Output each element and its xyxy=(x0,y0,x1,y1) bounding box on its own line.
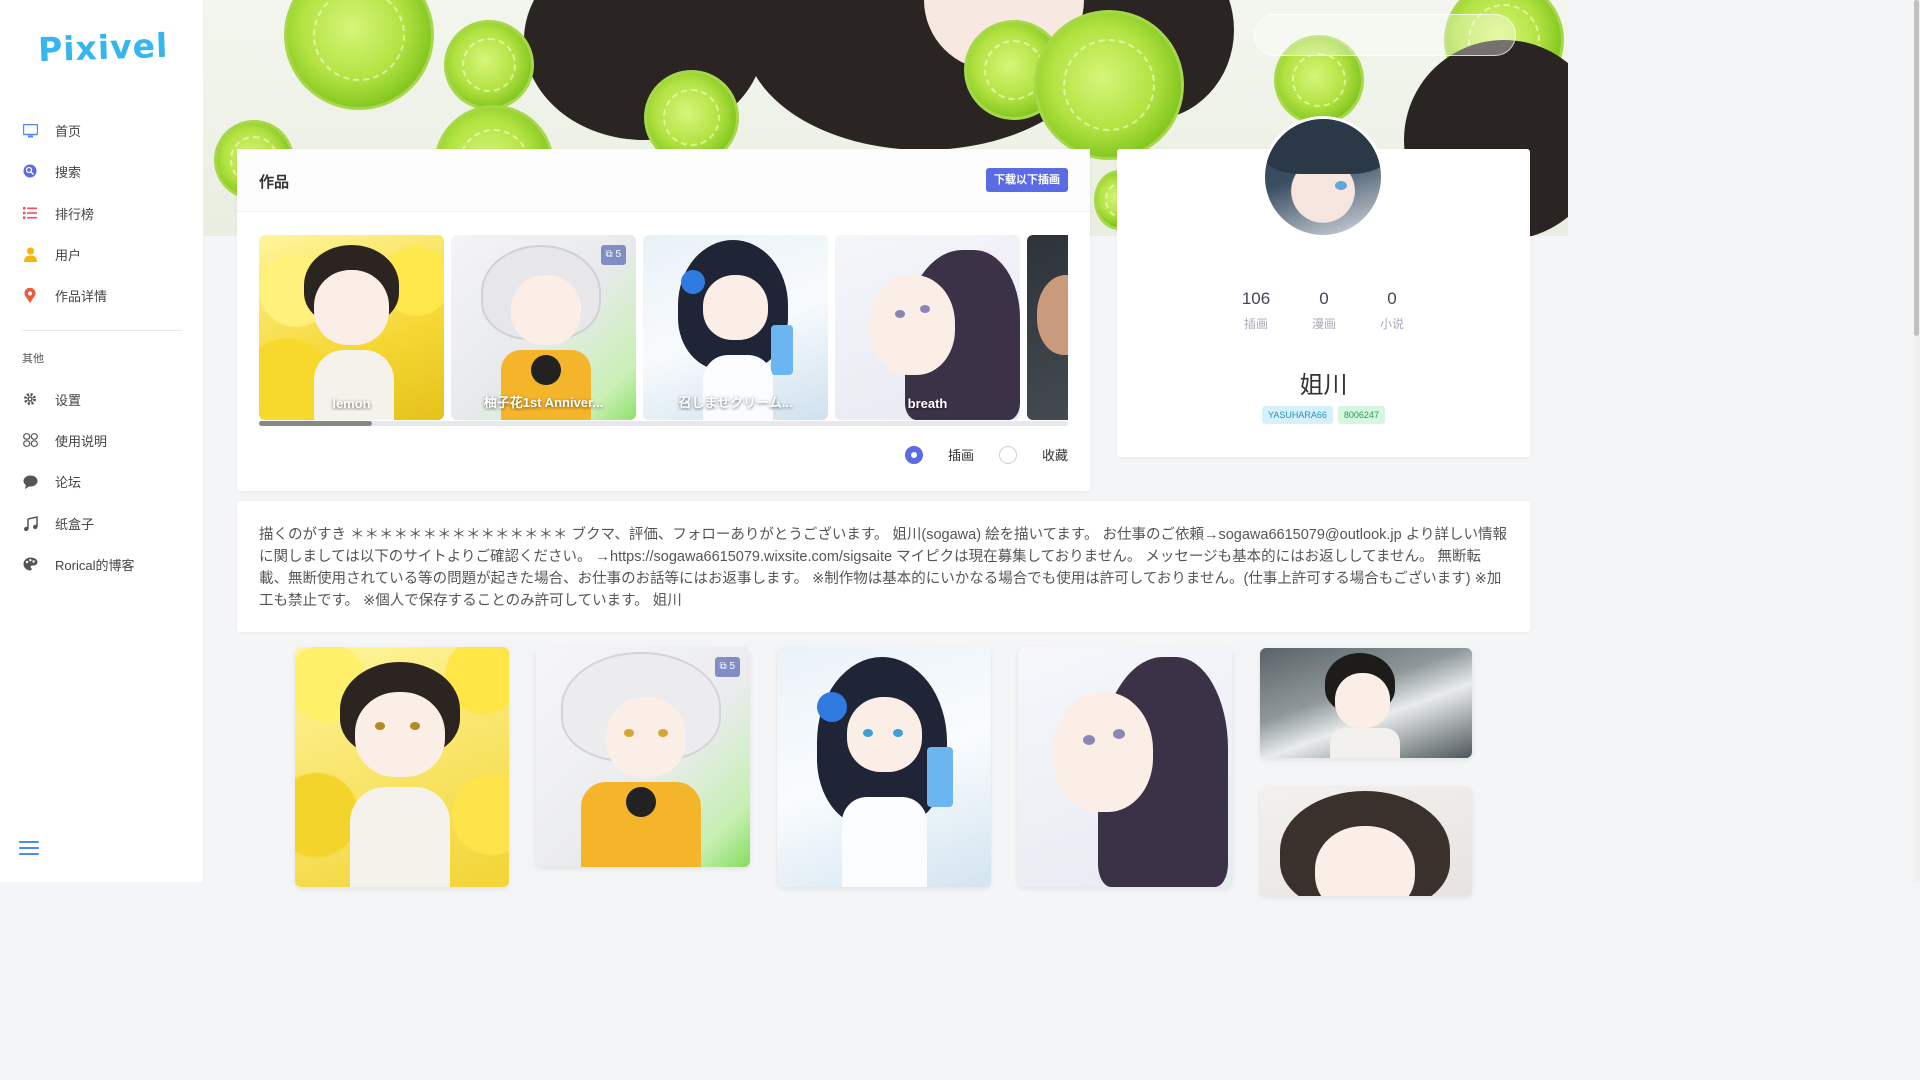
artwork-thumbnail[interactable]: lemon xyxy=(259,235,444,420)
menu-toggle-icon[interactable] xyxy=(19,841,39,857)
list-icon xyxy=(22,205,38,221)
works-header: 作品 下载以下插画 xyxy=(237,149,1090,212)
carousel-scrollbar[interactable] xyxy=(259,421,1068,426)
page-count-badge: ⧉ 5 xyxy=(714,657,740,677)
sidebar-item-forum[interactable]: 论坛 xyxy=(0,461,204,502)
sidebar-item-artwork-detail[interactable]: 作品详情 xyxy=(0,275,204,316)
gallery-item-cream-soda[interactable] xyxy=(777,647,991,887)
artwork-thumbnail[interactable] xyxy=(1027,235,1068,420)
account-tag: YASUHARA66 xyxy=(1262,406,1333,424)
artwork-title: lemon xyxy=(332,396,371,411)
sidebar-item-label: 纸盒子 xyxy=(55,516,95,532)
search-icon xyxy=(22,164,38,180)
artwork-thumbnail[interactable]: ⧉ 5 柚子花1st Anniver... xyxy=(451,235,636,420)
profile-stats: 106 插画 0 漫画 0 小说 xyxy=(1226,289,1422,332)
artwork-title: breath xyxy=(907,396,948,411)
gear-icon xyxy=(22,391,38,407)
user-id-tag: 8006247 xyxy=(1337,406,1385,424)
map-pin-icon xyxy=(22,288,38,304)
sidebar-item-label: 用户 xyxy=(55,248,82,264)
sidebar-item-label: 使用说明 xyxy=(55,433,108,449)
radio-label: 插画 xyxy=(947,448,974,463)
artwork-title: 召しませクリーム... xyxy=(678,395,793,410)
sidebar-item-paper-box[interactable]: 纸盒子 xyxy=(0,502,204,543)
artwork-title: 柚子花1st Anniver... xyxy=(483,395,604,410)
gallery-item-portrait[interactable] xyxy=(1260,786,1472,896)
music-icon xyxy=(22,515,38,531)
sidebar-item-label: 首页 xyxy=(55,124,82,140)
page-scrollbar[interactable] xyxy=(1914,0,1920,882)
sidebar-item-label: 搜索 xyxy=(55,165,82,181)
profile-name: 姐川 xyxy=(1299,372,1348,399)
works-carousel[interactable]: lemon ⧉ 5 柚子花1st Anniver... 召しませクリーム... xyxy=(259,235,1068,420)
artwork-thumbnail[interactable]: breath xyxy=(835,235,1020,420)
profile-bio: 描くのがすき ＊＊＊＊＊＊＊＊＊＊＊＊＊＊＊ ブクマ、評価、フォローありがとうご… xyxy=(237,501,1530,632)
gallery-item-lemon[interactable] xyxy=(295,647,509,887)
stat-novels[interactable]: 0 小说 xyxy=(1362,289,1422,332)
sidebar-item-settings[interactable]: 设置 xyxy=(0,378,204,419)
sidebar-item-label: 排行榜 xyxy=(55,206,95,222)
sidebar: Pixivel 首页 搜索 排行榜 用户 作品详情 其他 设置 使用说明 论坛 … xyxy=(0,0,204,882)
sidebar-nav: 首页 搜索 排行榜 用户 作品详情 其他 设置 使用说明 论坛 纸盒子 Rori… xyxy=(0,110,204,585)
avatar[interactable] xyxy=(1262,116,1384,238)
stat-manga[interactable]: 0 漫画 xyxy=(1294,289,1354,332)
works-card: 作品 下载以下插画 lemon ⧉ 5 柚子花1st Anniver... 召し… xyxy=(237,149,1090,491)
sidebar-item-label: Rorical的博客 xyxy=(55,557,135,573)
gallery-item-breath[interactable] xyxy=(1018,647,1232,887)
sidebar-item-ranking[interactable]: 排行榜 xyxy=(0,193,204,234)
monitor-icon xyxy=(22,123,38,139)
manual-icon xyxy=(22,432,38,448)
sidebar-item-label: 论坛 xyxy=(55,475,82,491)
gallery-item-anniversary[interactable]: ⧉ 5 xyxy=(536,647,750,867)
app-logo[interactable]: Pixivel xyxy=(37,26,169,70)
download-illustrations-button[interactable]: 下载以下插画 xyxy=(986,168,1068,192)
palette-icon xyxy=(22,556,38,572)
user-icon xyxy=(22,247,38,263)
works-filter: 插画 收藏 xyxy=(904,445,1068,464)
works-title: 作品 xyxy=(259,174,290,191)
gallery-item-palm-leaves[interactable] xyxy=(1260,648,1472,758)
sidebar-item-blog[interactable]: Rorical的博客 xyxy=(0,544,204,585)
profile-card: 106 插画 0 漫画 0 小说 姐川 YASUHARA66 8006247 xyxy=(1117,116,1530,457)
sidebar-item-search[interactable]: 搜索 xyxy=(0,151,204,192)
sidebar-section-title: 其他 xyxy=(22,353,44,366)
radio-illustrations[interactable] xyxy=(904,445,923,464)
chat-icon xyxy=(22,474,38,490)
stat-illustrations[interactable]: 106 插画 xyxy=(1226,289,1286,332)
sidebar-item-manual[interactable]: 使用说明 xyxy=(0,420,204,461)
profile-tags: YASUHARA66 8006247 xyxy=(1117,406,1530,424)
search-input[interactable] xyxy=(1254,14,1516,56)
sidebar-item-user[interactable]: 用户 xyxy=(0,234,204,275)
sidebar-item-label: 设置 xyxy=(55,392,82,408)
sidebar-item-label: 作品详情 xyxy=(55,289,108,305)
artwork-thumbnail[interactable]: 召しませクリーム... xyxy=(643,235,828,420)
radio-bookmarks[interactable] xyxy=(998,445,1017,464)
radio-label: 收藏 xyxy=(1041,448,1068,463)
page-count-badge: ⧉ 5 xyxy=(600,245,626,265)
sidebar-item-home[interactable]: 首页 xyxy=(0,110,204,151)
